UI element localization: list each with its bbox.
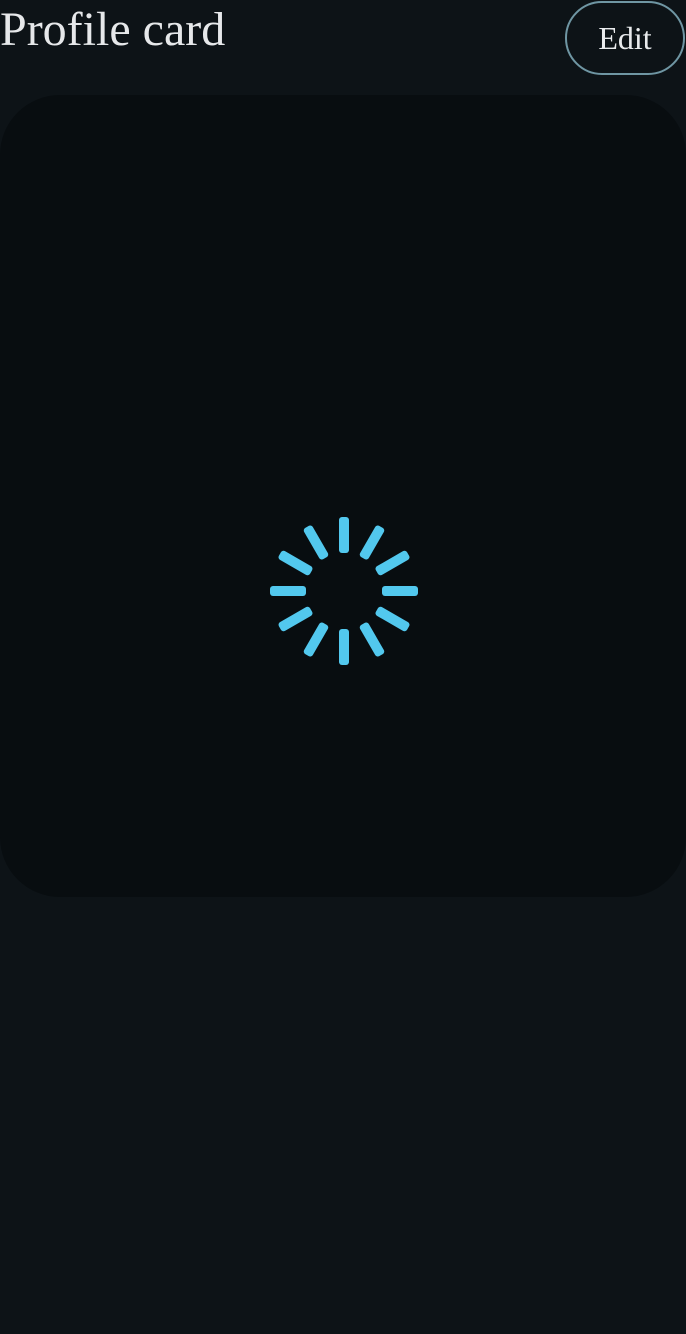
spinner-spoke [375,550,410,576]
spinner-spoke [339,517,349,553]
spinner-spoke [278,550,313,576]
spinner-spoke [303,525,329,560]
spinner-spoke [359,622,385,657]
spinner-spoke [382,586,418,596]
page-title: Profile card [0,3,226,56]
app-header: Profile card Edit [0,0,686,82]
spinner-spoke [303,622,329,657]
spinner-spoke [278,606,313,632]
profile-card [0,95,686,897]
spinner-spoke [270,586,306,596]
loading-spinner-icon [270,517,418,665]
edit-button[interactable]: Edit [565,1,685,75]
spinner-spoke [339,629,349,665]
spinner-spoke [359,525,385,560]
spinner-spoke [375,606,410,632]
